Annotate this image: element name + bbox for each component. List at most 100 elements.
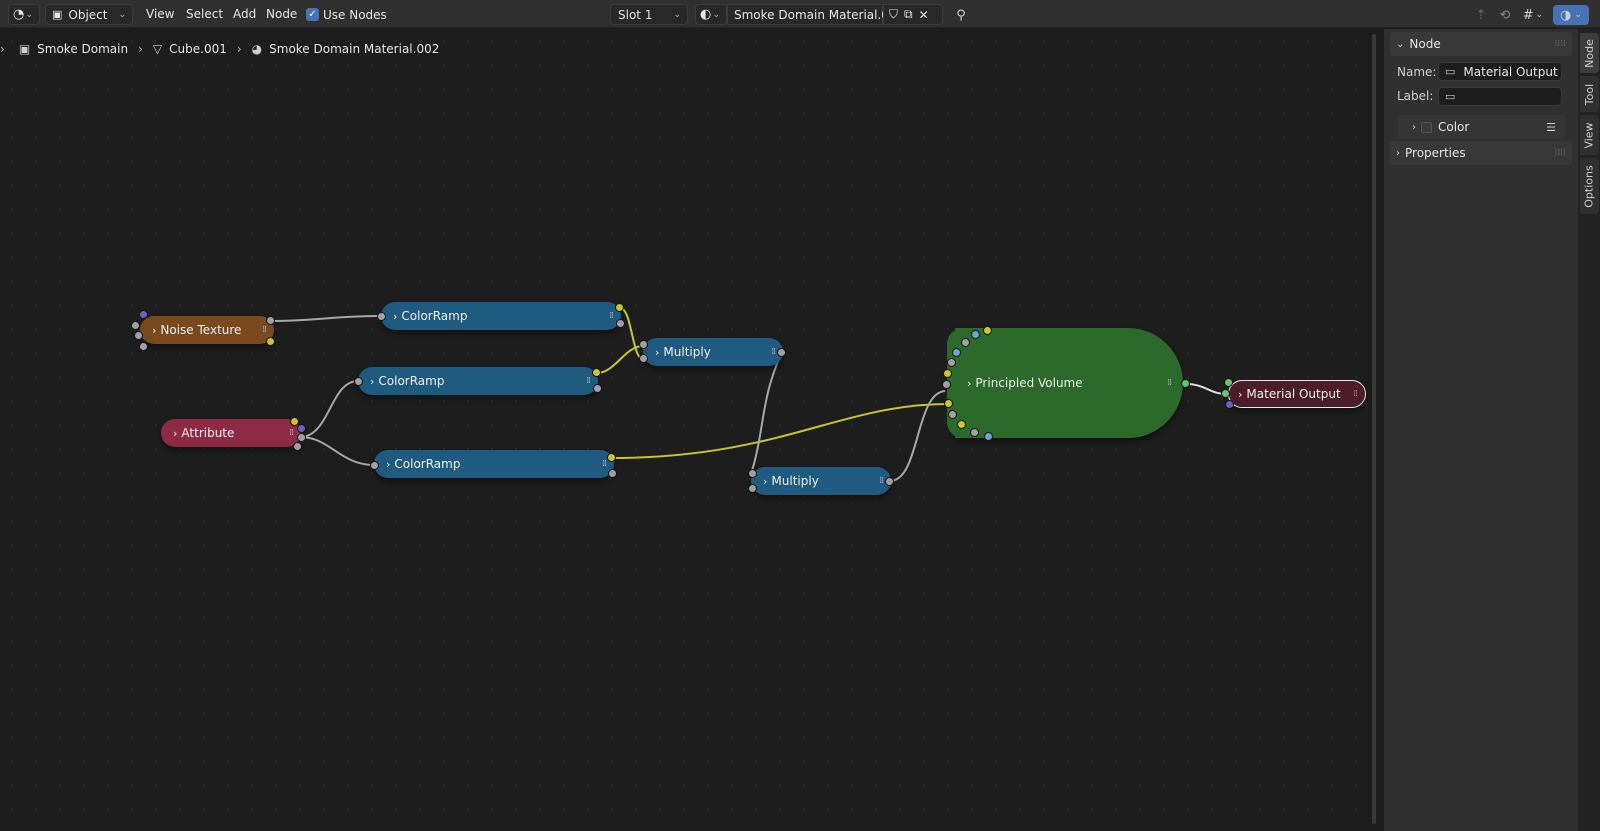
node-title: ColorRamp	[394, 457, 461, 471]
vertical-scrollbar[interactable]	[1372, 34, 1376, 824]
chevron-down-icon: ⌄	[118, 9, 126, 20]
socket-output[interactable]	[885, 477, 894, 486]
socket-output[interactable]	[266, 337, 275, 346]
slot-dropdown[interactable]: Slot 1 ⌄	[610, 4, 688, 25]
socket-input[interactable]	[983, 326, 992, 335]
tab-options[interactable]: Options	[1580, 158, 1599, 214]
socket-input[interactable]	[134, 331, 143, 340]
drag-handle-icon[interactable]: ⁞⁞⁞⁞	[1555, 148, 1566, 158]
socket-input[interactable]	[971, 330, 980, 339]
editor-type-button[interactable]: ◔ ⌄	[8, 4, 40, 25]
chevron-down-icon: ⌄	[25, 9, 33, 20]
chevron-right-icon: ›	[386, 457, 391, 471]
socket-input[interactable]	[984, 432, 993, 441]
socket-input[interactable]	[1221, 389, 1230, 398]
socket-input[interactable]	[948, 410, 957, 419]
name-label: Name:	[1397, 65, 1437, 79]
socket-input[interactable]	[970, 428, 979, 437]
socket-input[interactable]	[370, 461, 379, 470]
preset-list-icon[interactable]: ☰	[1546, 121, 1556, 134]
socket-input[interactable]	[952, 348, 961, 357]
label-field[interactable]: ▭	[1438, 87, 1562, 106]
socket-input[interactable]	[1224, 378, 1233, 387]
material-name-field[interactable]: Smoke Domain Material.002	[727, 4, 904, 25]
node-title: Attribute	[181, 426, 235, 440]
menu-node[interactable]: Node	[266, 7, 297, 21]
socket-input[interactable]	[377, 312, 386, 321]
browse-material-button[interactable]: ◐ ⌄	[695, 4, 727, 25]
sidebar-tabs: Node Tool View Options	[1578, 29, 1600, 831]
chevron-right-icon: ›	[0, 42, 5, 56]
socket-output[interactable]	[777, 348, 786, 357]
socket-output[interactable]	[297, 433, 306, 442]
socket-input[interactable]	[639, 340, 648, 349]
mode-dropdown[interactable]: ▣ Object ⌄	[45, 4, 133, 25]
fake-user-icon[interactable]: ⛉	[889, 7, 898, 22]
node-noise-texture[interactable]: › Noise Texture ⁞⁞	[140, 316, 274, 344]
node-colorramp-2[interactable]: › ColorRamp ⁞⁞	[358, 367, 598, 395]
socket-output[interactable]	[608, 469, 617, 478]
socket-input[interactable]	[1225, 400, 1234, 409]
node-title: Noise Texture	[160, 323, 242, 337]
slot-label: Slot 1	[618, 7, 653, 22]
node-colorramp-1[interactable]: › ColorRamp ⁞⁞	[381, 302, 621, 330]
menu-view[interactable]: View	[146, 7, 174, 21]
menu-add[interactable]: Add	[233, 7, 256, 21]
drag-handle-icon[interactable]: ⁞⁞⁞⁞	[1555, 39, 1566, 49]
node-icon: ▭	[1445, 65, 1456, 78]
socket-input[interactable]	[957, 420, 966, 429]
socket-output[interactable]	[592, 368, 601, 377]
socket-input[interactable]	[639, 354, 648, 363]
socket-output[interactable]	[607, 453, 616, 462]
node-panel-header[interactable]: ⌄ Node ⁞⁞⁞⁞	[1390, 32, 1572, 56]
color-subpanel-header[interactable]: › Color ☰	[1398, 115, 1566, 139]
node-colorramp-3[interactable]: › ColorRamp ⁞⁞	[374, 450, 614, 478]
socket-input[interactable]	[748, 484, 757, 493]
socket-input[interactable]	[961, 338, 970, 347]
use-nodes-toggle[interactable]: ✓ Use Nodes	[306, 4, 387, 25]
overlay-toggle-icon[interactable]: ⟲	[1494, 5, 1516, 25]
node-multiply-1[interactable]: › Multiply ⁞⁞	[643, 338, 783, 366]
socket-output[interactable]	[293, 442, 302, 451]
socket-input[interactable]	[947, 358, 956, 367]
parent-node-tree-icon[interactable]: ⇡	[1470, 5, 1492, 25]
node-attribute[interactable]: › Attribute ⁞⁞	[161, 419, 301, 447]
socket-output[interactable]	[1181, 379, 1190, 388]
mode-label: Object	[68, 7, 108, 22]
tab-node[interactable]: Node	[1580, 33, 1599, 73]
node-multiply-2[interactable]: › Multiply ⁞⁞	[751, 467, 891, 495]
node-material-output[interactable]: › Material Output ⁞⁞	[1228, 380, 1366, 408]
chevron-right-icon: ›	[138, 42, 143, 56]
tab-view[interactable]: View	[1580, 115, 1599, 155]
socket-output[interactable]	[593, 384, 602, 393]
close-icon[interactable]: ✕	[919, 8, 929, 22]
breadcrumb: › ▣ Smoke Domain › ▽ Cube.001 › ◕ Smoke …	[0, 41, 439, 57]
socket-input[interactable]	[748, 469, 757, 478]
snapping-icon[interactable]: # ⌄	[1518, 5, 1548, 25]
duplicate-icon[interactable]: ⧉	[904, 7, 913, 22]
chevron-right-icon: ›	[1238, 387, 1243, 401]
socket-output[interactable]	[616, 319, 625, 328]
color-checkbox[interactable]	[1421, 121, 1432, 133]
socket-input[interactable]	[354, 377, 363, 386]
grip-icon: ⁞⁞	[262, 325, 267, 335]
name-value: Material Output	[1463, 64, 1558, 79]
socket-output[interactable]	[615, 303, 624, 312]
socket-input[interactable]	[943, 369, 952, 378]
overlays-button[interactable]: ◑ ⌄	[1553, 5, 1589, 25]
socket-input[interactable]	[139, 310, 148, 319]
menu-select[interactable]: Select	[186, 7, 223, 21]
socket-input[interactable]	[139, 342, 148, 351]
socket-input[interactable]	[131, 321, 140, 330]
properties-panel-header[interactable]: › Properties ⁞⁞⁞⁞	[1390, 141, 1572, 165]
node-principled-volume[interactable]: › Principled Volume ⁞⁞	[947, 328, 1183, 438]
socket-input[interactable]	[942, 380, 951, 389]
tab-tool[interactable]: Tool	[1580, 76, 1599, 112]
name-field[interactable]: ▭ Material Output	[1438, 62, 1562, 81]
material-icon: ◕	[251, 42, 263, 56]
socket-output[interactable]	[297, 424, 306, 433]
socket-input[interactable]	[944, 399, 953, 408]
socket-output[interactable]	[266, 316, 275, 325]
pin-icon[interactable]: ⚲	[950, 5, 972, 25]
chevron-right-icon: ›	[236, 42, 242, 56]
